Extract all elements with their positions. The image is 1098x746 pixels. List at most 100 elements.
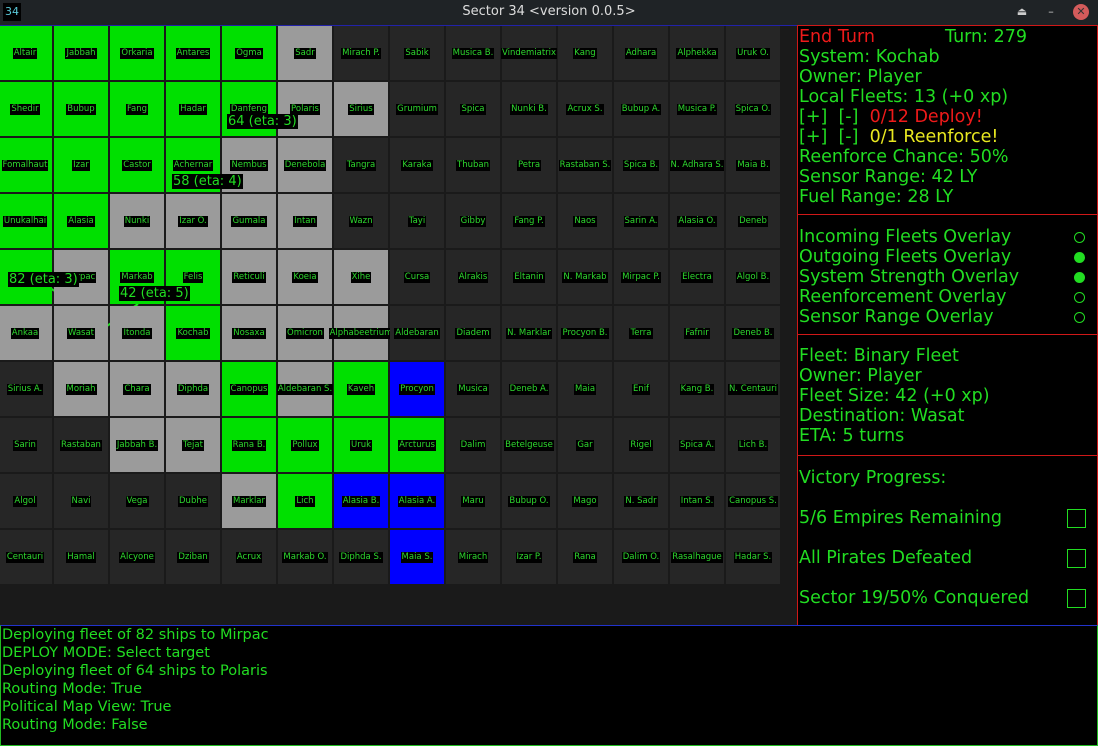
system-cell[interactable]: Unukalhai (0, 194, 52, 248)
deploy-minus-button[interactable]: [-] (838, 107, 858, 127)
system-cell[interactable]: Rana (558, 530, 612, 584)
system-cell[interactable]: Mirpac P. (614, 250, 668, 304)
system-cell[interactable]: Kaveh (334, 362, 388, 416)
system-cell[interactable]: Sabik (390, 26, 444, 80)
system-cell[interactable]: Orkaria (110, 26, 164, 80)
overlay-toggle-incoming[interactable]: Incoming Fleets Overlay (799, 227, 1097, 247)
system-cell[interactable]: Kang (558, 26, 612, 80)
system-cell[interactable]: Ankaa (0, 306, 52, 360)
system-cell[interactable]: Petra (502, 138, 556, 192)
system-cell[interactable]: Alcyone (110, 530, 164, 584)
system-cell[interactable]: Sarin A. (614, 194, 668, 248)
system-cell[interactable]: Spica B. (614, 138, 668, 192)
reenforce-button[interactable]: 0/1 Reenforce! (870, 127, 999, 147)
system-cell[interactable]: Nosaxa (222, 306, 276, 360)
overlay-toggle-outgoing[interactable]: Outgoing Fleets Overlay (799, 247, 1097, 267)
system-cell[interactable]: Wazn (334, 194, 388, 248)
system-cell[interactable]: Grumium (390, 82, 444, 136)
system-cell[interactable]: Diphda (166, 362, 220, 416)
system-cell[interactable]: Castor (110, 138, 164, 192)
system-cell[interactable]: Hadar S. (726, 530, 780, 584)
system-cell[interactable]: Bubup O. (502, 474, 556, 528)
overlay-toggle-strength[interactable]: System Strength Overlay (799, 267, 1097, 287)
system-cell[interactable]: Rastaban (54, 418, 108, 472)
system-cell[interactable]: Algol B. (726, 250, 780, 304)
system-cell[interactable]: Alasia O. (670, 194, 724, 248)
system-cell[interactable]: N. Centauri (726, 362, 780, 416)
system-cell[interactable]: Acrux (222, 530, 276, 584)
system-cell[interactable]: Nunki B. (502, 82, 556, 136)
system-cell[interactable]: Musica (446, 362, 500, 416)
system-cell[interactable]: Arcturus (390, 418, 444, 472)
system-cell[interactable]: Aldebaran (390, 306, 444, 360)
system-cell[interactable]: Fomalhaut (0, 138, 52, 192)
system-cell[interactable]: Izar O. (166, 194, 220, 248)
system-cell[interactable]: Vindemiatrix (500, 26, 558, 80)
reenforce-plus-button[interactable]: [+] (799, 127, 827, 147)
radio-off-icon[interactable] (1074, 291, 1085, 303)
system-cell[interactable]: Sarin (0, 418, 52, 472)
deploy-plus-button[interactable]: [+] (799, 107, 827, 127)
radio-off-icon[interactable] (1074, 231, 1085, 243)
system-cell[interactable]: Spica A. (670, 418, 724, 472)
system-cell[interactable]: Uruk O. (726, 26, 780, 80)
system-cell[interactable]: Intan (278, 194, 332, 248)
system-cell[interactable]: Jabbah B. (110, 418, 164, 472)
system-cell[interactable]: Dubhe (166, 474, 220, 528)
fleet-label[interactable]: 64 (eta: 3) (227, 114, 298, 129)
sector-map[interactable]: Altair Jabbah Orkaria Antares Ogma Sadr Mirach… (0, 25, 797, 625)
system-cell[interactable]: Uruk (334, 418, 388, 472)
system-cell[interactable]: Procyon B. (558, 306, 612, 360)
system-cell[interactable]: Maia (558, 362, 612, 416)
system-cell[interactable]: Ogma (222, 26, 276, 80)
system-cell[interactable]: Rigel (614, 418, 668, 472)
system-cell[interactable]: Kang B. (670, 362, 724, 416)
radio-on-icon[interactable] (1074, 271, 1085, 283)
fleet-label[interactable]: 82 (eta: 3) (8, 272, 79, 287)
system-cell[interactable]: Gumala (222, 194, 276, 248)
deploy-button[interactable]: 0/12 Deploy! (870, 107, 983, 127)
system-cell[interactable]: Izar P. (502, 530, 556, 584)
system-cell[interactable]: Itonda (110, 306, 164, 360)
system-cell[interactable]: Sadr (278, 26, 332, 80)
system-cell[interactable]: Kochab (166, 306, 220, 360)
system-cell[interactable]: Bubup (54, 82, 108, 136)
system-cell[interactable]: N. Marklar (502, 306, 556, 360)
system-cell[interactable]: Omicron (278, 306, 332, 360)
system-cell[interactable]: Dalim O. (614, 530, 668, 584)
system-cell[interactable]: N. Markab (558, 250, 612, 304)
system-cell[interactable]: Wasat (54, 306, 108, 360)
fleet-label[interactable]: 42 (eta: 5) (119, 286, 190, 301)
system-cell[interactable]: Diphda S. (334, 530, 388, 584)
system-cell[interactable]: Thuban (446, 138, 500, 192)
system-cell[interactable]: Eltanin (502, 250, 556, 304)
system-cell[interactable]: Dziban (166, 530, 220, 584)
system-cell[interactable]: Musica P. (670, 82, 724, 136)
system-cell[interactable]: Alasia A. (390, 474, 444, 528)
system-cell[interactable]: Spica O. (726, 82, 780, 136)
system-cell[interactable]: Rana B. (222, 418, 276, 472)
system-cell[interactable]: Lich (278, 474, 332, 528)
radio-off-icon[interactable] (1074, 311, 1085, 323)
system-cell[interactable]: Gibby (446, 194, 500, 248)
system-cell[interactable]: Cursa (390, 250, 444, 304)
system-cell[interactable]: Altair (0, 26, 52, 80)
system-cell[interactable]: Jabbah (54, 26, 108, 80)
system-cell[interactable]: Hadar (166, 82, 220, 136)
system-cell[interactable]: Sirius (334, 82, 388, 136)
overlay-toggle-reenforcement[interactable]: Reenforcement Overlay (799, 287, 1097, 307)
system-cell[interactable]: Antares (166, 26, 220, 80)
system-cell[interactable]: Denebola (278, 138, 332, 192)
system-cell[interactable]: Gar (558, 418, 612, 472)
system-cell[interactable]: Acrux S. (558, 82, 612, 136)
system-cell[interactable]: Musica B. (446, 26, 500, 80)
system-cell[interactable]: Fang (110, 82, 164, 136)
system-cell[interactable]: Marklar (222, 474, 276, 528)
system-cell[interactable]: Alphekka (670, 26, 724, 80)
fleet-label[interactable]: 58 (eta: 4) (172, 174, 243, 189)
system-cell[interactable]: Mago (558, 474, 612, 528)
system-cell[interactable]: Moriah (54, 362, 108, 416)
system-cell[interactable]: Terra (614, 306, 668, 360)
system-cell[interactable]: Fang P. (502, 194, 556, 248)
system-cell[interactable]: Bubup A. (614, 82, 668, 136)
